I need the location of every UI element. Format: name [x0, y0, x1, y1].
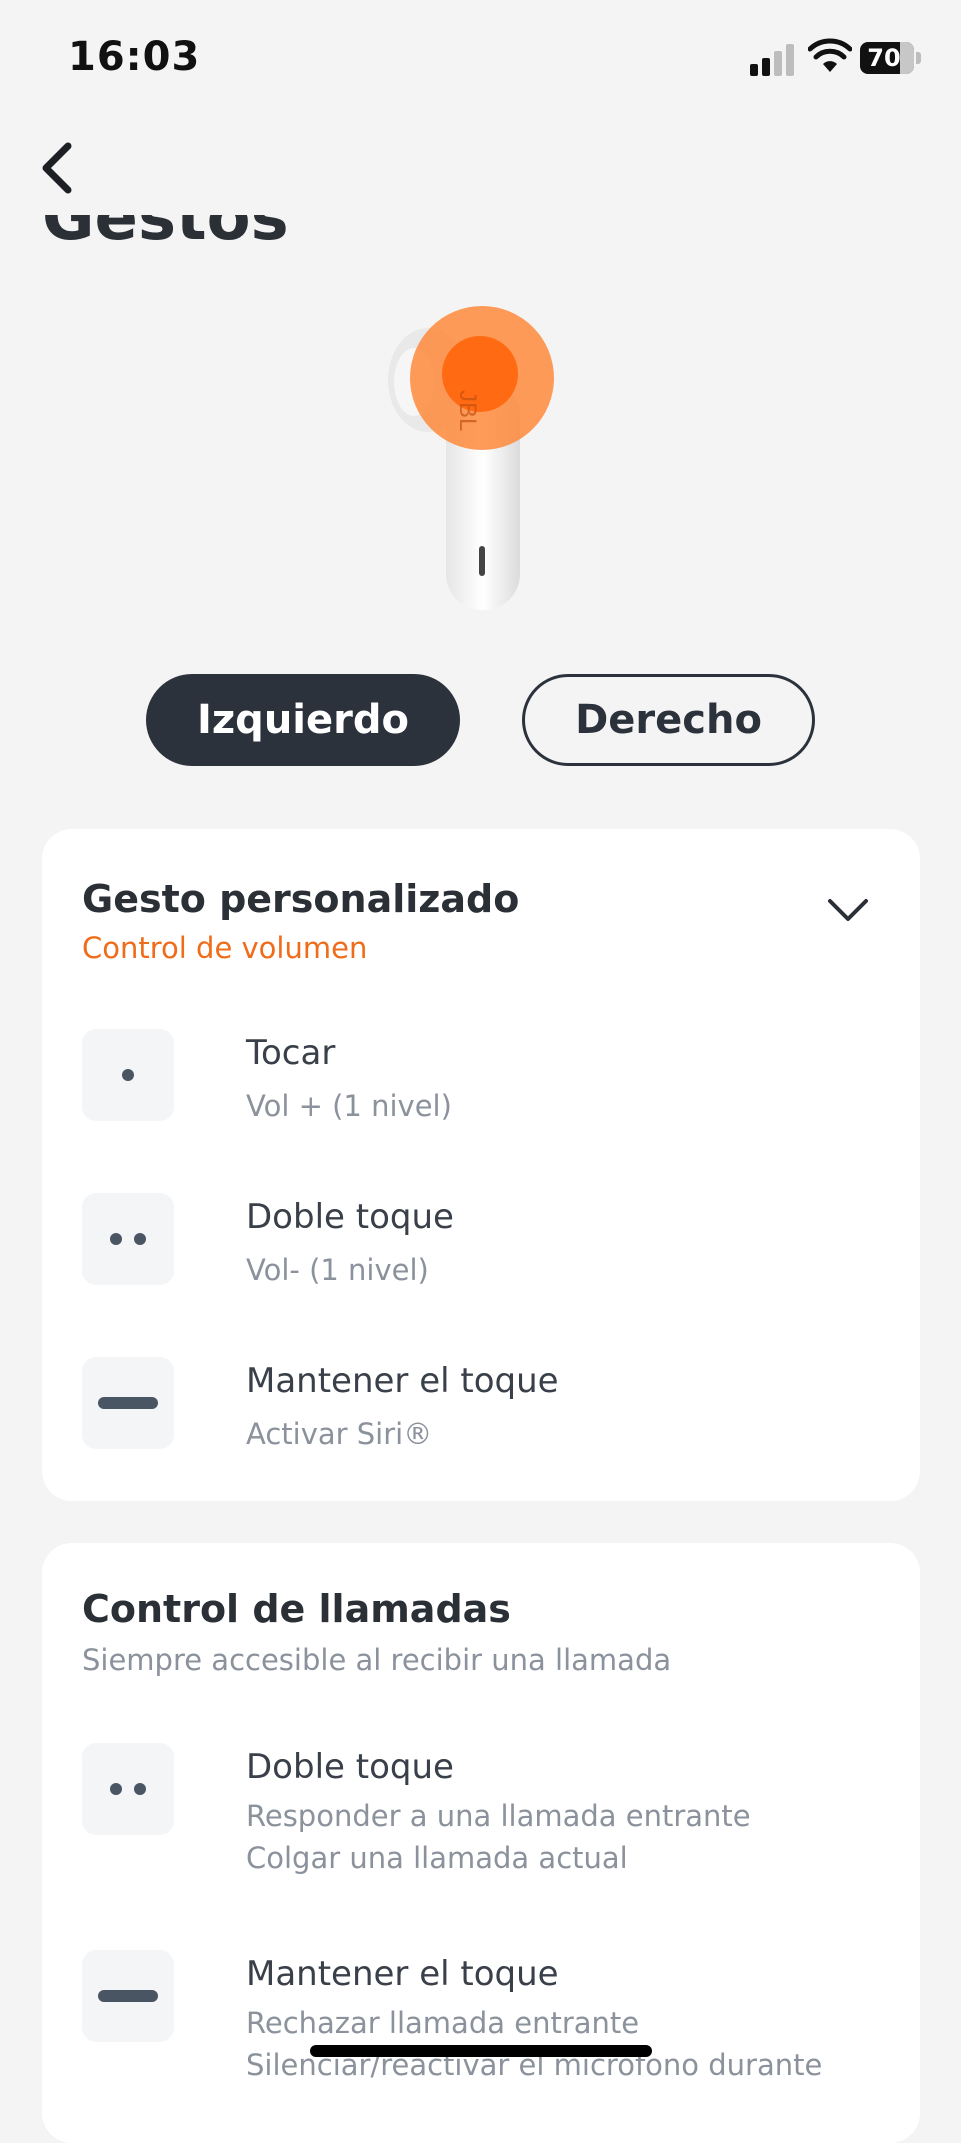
call-row-double-tap: Doble toque Responder a una llamada entr… — [82, 1743, 882, 1893]
custom-gesture-card: Gesto personalizado Control de volumen T… — [42, 829, 920, 1501]
status-time: 16:03 — [68, 34, 201, 80]
gesture-row-title: Tocar — [246, 1033, 336, 1073]
toggle-right-button[interactable]: Derecho — [522, 674, 815, 766]
gesture-row-double-tap[interactable]: Doble toque Vol- (1 nivel) — [82, 1193, 882, 1313]
back-button[interactable] — [36, 138, 84, 198]
earbud-brand: JBL — [454, 390, 481, 431]
toggle-left-button[interactable]: Izquierdo — [146, 674, 460, 766]
page-title-container: Gestos — [0, 215, 961, 253]
gesture-row-action: Vol- (1 nivel) — [246, 1253, 429, 1287]
call-row-title: Mantener el toque — [246, 1954, 559, 1994]
call-row-title: Doble toque — [246, 1747, 454, 1787]
double-tap-icon — [82, 1743, 174, 1835]
gesture-row-title: Mantener el toque — [246, 1361, 559, 1401]
call-control-subtitle: Siempre accesible al recibir una llamada — [82, 1643, 672, 1677]
custom-gesture-subtitle: Control de volumen — [82, 931, 368, 965]
gesture-row-tap[interactable]: Tocar Vol + (1 nivel) — [82, 1029, 882, 1149]
chevron-down-icon[interactable] — [826, 895, 870, 925]
hold-icon — [82, 1950, 174, 2042]
single-tap-icon — [82, 1029, 174, 1121]
hold-icon — [82, 1357, 174, 1449]
status-bar: 16:03 70 — [0, 0, 961, 120]
call-control-title: Control de llamadas — [82, 1587, 511, 1631]
page-title: Gestos — [42, 215, 289, 253]
home-indicator[interactable] — [310, 2045, 652, 2057]
earbud-image: JBL — [388, 306, 554, 610]
gesture-row-title: Doble toque — [246, 1197, 454, 1237]
battery-level: 70 — [867, 44, 901, 72]
custom-gesture-title: Gesto personalizado — [82, 877, 520, 921]
chevron-left-icon — [42, 142, 72, 194]
call-row-action: Colgar una llamada actual — [246, 1841, 628, 1875]
call-row-action: Responder a una llamada entrante — [246, 1799, 751, 1833]
double-tap-icon — [82, 1193, 174, 1285]
wifi-icon — [808, 38, 852, 72]
gesture-row-action: Activar Siri® — [246, 1417, 433, 1451]
battery-icon: 70 — [860, 42, 922, 74]
gesture-row-hold[interactable]: Mantener el toque Activar Siri® — [82, 1357, 882, 1477]
call-row-hold: Mantener el toque Rechazar llamada entra… — [82, 1950, 882, 2100]
call-row-action: Rechazar llamada entrante — [246, 2006, 640, 2040]
gesture-row-action: Vol + (1 nivel) — [246, 1089, 452, 1123]
cellular-signal-icon — [750, 40, 800, 76]
